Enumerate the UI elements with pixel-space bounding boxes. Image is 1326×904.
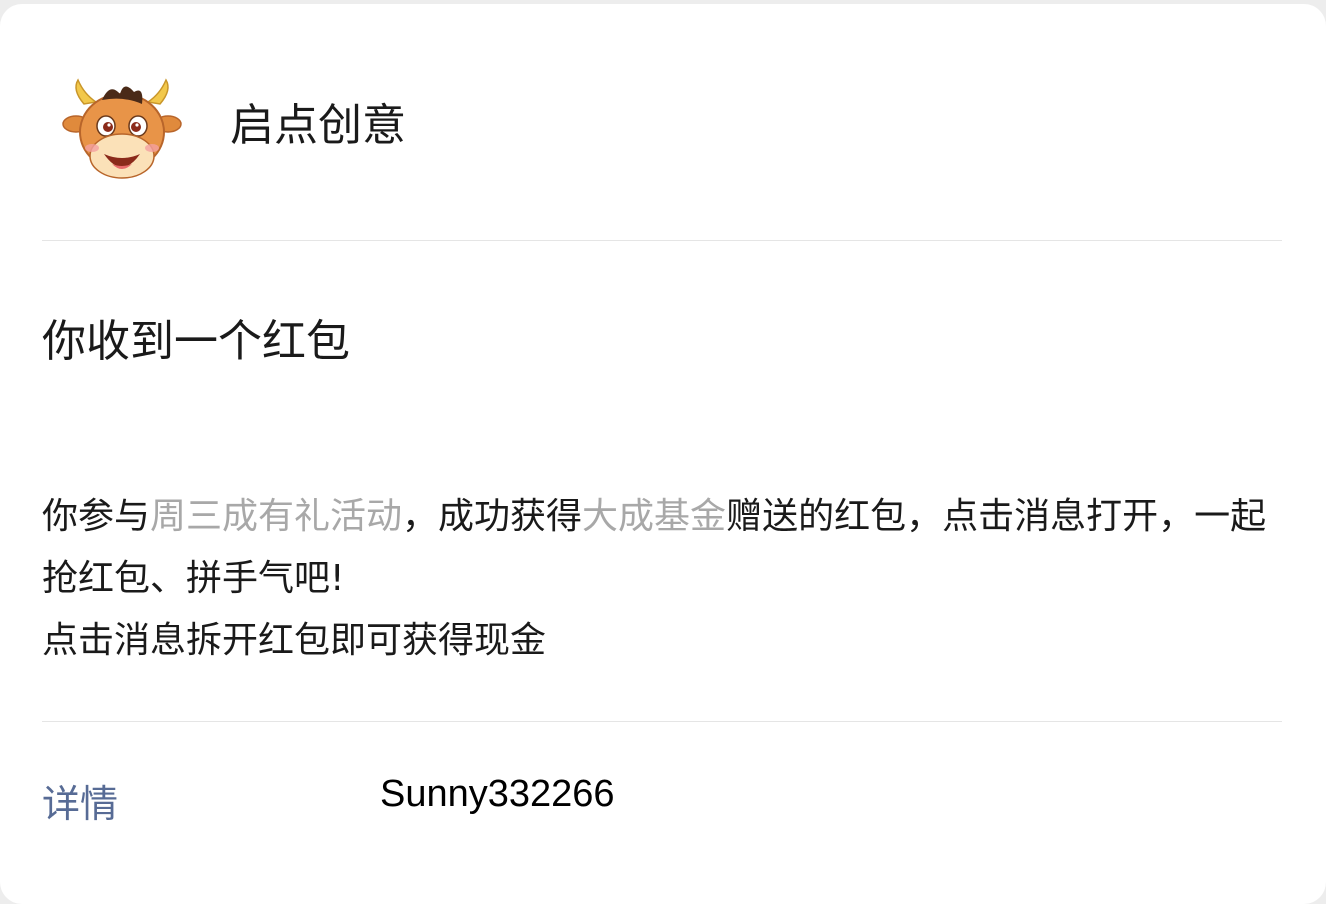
card-header: 启点创意	[0, 4, 1326, 240]
message-body-text-1: 你参与	[42, 496, 151, 537]
account-name: 启点创意	[230, 100, 406, 151]
message-card[interactable]: 启点创意 你收到一个红包 你参与周三成有礼活动，成功获得大成基金赠送的红包，点击…	[0, 4, 1326, 904]
bull-avatar-icon	[62, 78, 182, 179]
message-body: 你参与周三成有礼活动，成功获得大成基金赠送的红包，点击消息打开，一起抢红包、拼手…	[42, 486, 1282, 672]
message-body-text-2: ，成功获得	[402, 496, 583, 537]
message-body-line2: 点击消息拆开红包即可获得现金	[42, 620, 547, 661]
username-overlay: Sunny332266	[380, 773, 615, 815]
header-divider	[42, 240, 1282, 241]
event-name-highlight: 周三成有礼活动	[150, 496, 403, 537]
message-body-paragraph: 你参与周三成有礼活动，成功获得大成基金赠送的红包，点击消息打开，一起抢红包、拼手…	[42, 486, 1282, 610]
message-title: 你收到一个红包	[42, 316, 350, 367]
details-link[interactable]: 详情	[42, 776, 118, 832]
sponsor-highlight: 大成基金	[582, 496, 727, 537]
footer-divider	[42, 721, 1282, 722]
